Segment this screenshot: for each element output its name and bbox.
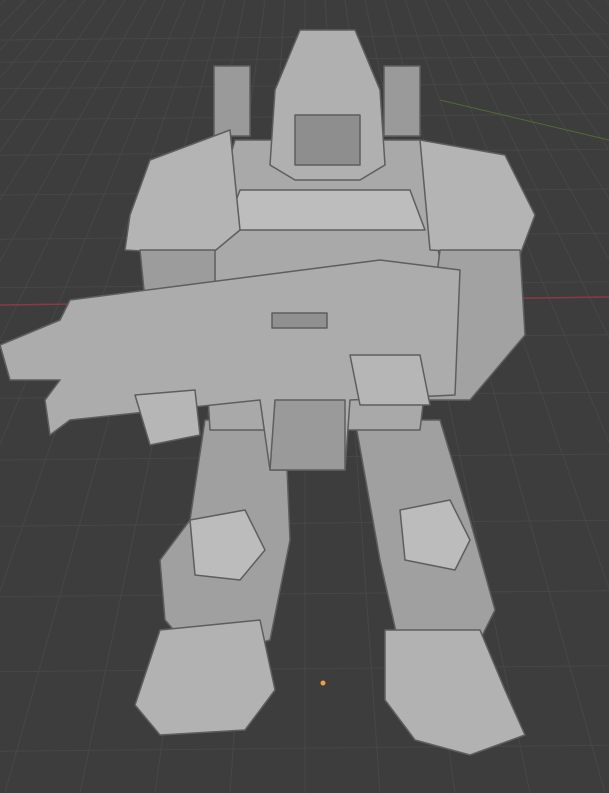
grid-line <box>0 0 26 27</box>
grid-line <box>604 0 609 5</box>
grid-line <box>524 0 609 111</box>
y-axis-line <box>439 99 609 141</box>
left-shoulder-pad <box>124 129 241 256</box>
robot-model[interactable] <box>0 29 536 756</box>
grid-line <box>0 0 46 51</box>
grid-line <box>0 0 86 112</box>
origin-point[interactable] <box>320 680 326 686</box>
left-vent <box>213 65 251 137</box>
right-boot <box>384 629 526 756</box>
rifle-magazine <box>269 399 346 471</box>
right-vent <box>383 65 421 137</box>
grid-line <box>0 0 106 152</box>
grid-line <box>584 0 609 26</box>
grid-line <box>564 0 609 50</box>
right-hand <box>349 354 431 406</box>
grid-line <box>0 0 6 6</box>
rifle-slot <box>271 312 328 329</box>
left-hand <box>134 389 201 446</box>
right-shoulder-pad <box>419 139 536 256</box>
visor <box>294 114 361 166</box>
viewport-canvas[interactable] <box>0 0 609 793</box>
grid-line <box>0 0 166 341</box>
chest-plate <box>224 189 426 231</box>
left-boot <box>134 619 276 736</box>
3d-viewport[interactable] <box>0 0 609 793</box>
